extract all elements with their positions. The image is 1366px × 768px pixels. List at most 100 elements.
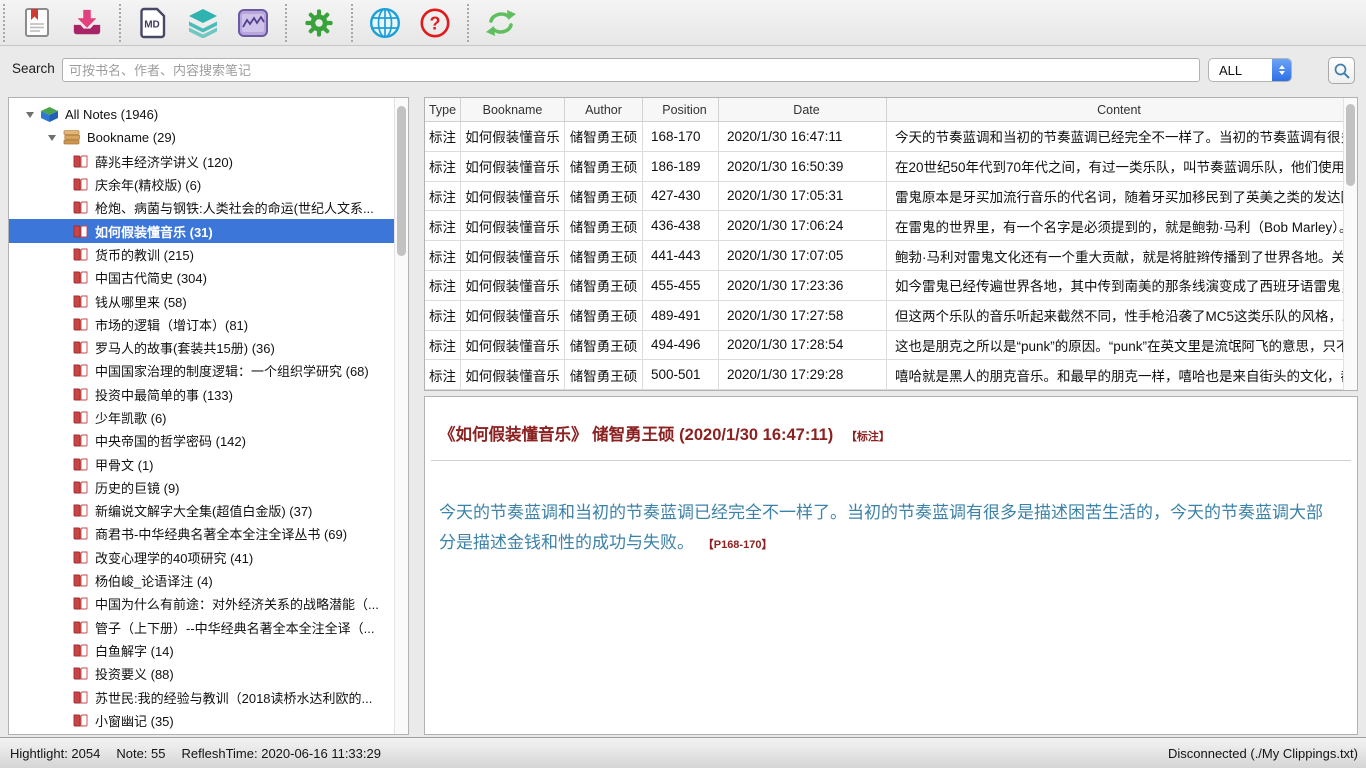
book-icon (73, 388, 88, 401)
column-header-position[interactable]: Position (643, 98, 719, 121)
settings-button[interactable] (294, 2, 344, 44)
cell-author: 储智勇王硕 (565, 122, 643, 151)
detail-divider (431, 460, 1351, 461)
tree-item-book[interactable]: 管子（上下册）--中华经典名著全本全注全译（... (9, 616, 408, 639)
table-scrollbar[interactable] (1343, 98, 1357, 390)
book-label: 历史的巨镜 (9) (95, 478, 180, 497)
tree-item-book[interactable]: 白鱼解字 (14) (9, 639, 408, 662)
tree-item-book[interactable]: 货币的教训 (215) (9, 243, 408, 266)
cell-content: 但这两个乐队的音乐听起来截然不同，性手枪沿袭了MC5这类乐队的风格，冲撞... (887, 301, 1343, 330)
cell-author: 储智勇王硕 (565, 241, 643, 270)
book-label: 投资中最简单的事 (133) (95, 385, 233, 404)
search-button[interactable] (1328, 57, 1355, 84)
table-scrollbar-thumb[interactable] (1346, 104, 1355, 186)
toolbar-group-export: MD (124, 0, 282, 45)
column-header-author[interactable]: Author (565, 98, 643, 121)
tree-item-book[interactable]: 如何假装懂音乐 (31) (9, 219, 408, 242)
search-scope-dropdown[interactable]: ALL (1208, 58, 1292, 82)
import-clippings-button[interactable] (62, 2, 112, 44)
column-header-type[interactable]: Type (425, 98, 461, 121)
search-input[interactable] (62, 58, 1200, 82)
tree-item-book[interactable]: 历史的巨镜 (9) (9, 476, 408, 499)
note-table-row[interactable]: 标注 如何假装懂音乐 储智勇王硕 500-501 2020/1/30 17:29… (425, 360, 1343, 390)
tree-item-book[interactable]: 中国古代简史 (304) (9, 266, 408, 289)
tree-item-book[interactable]: 从零开始学写作：个人增值的有效方法 (6) (9, 732, 408, 735)
book-label: 罗马人的故事(套装共15册) (36) (95, 338, 275, 357)
book-icon (73, 504, 88, 517)
tree-item-book[interactable]: 少年凯歌 (6) (9, 406, 408, 429)
tree-item-book[interactable]: 改变心理学的40项研究 (41) (9, 546, 408, 569)
cell-date: 2020/1/30 17:23:36 (719, 271, 887, 300)
help-button[interactable]: ? (410, 2, 460, 44)
book-icon (73, 318, 88, 331)
status-highlight-count: Hightlight: 2054 (10, 746, 100, 761)
note-table-row[interactable]: 标注 如何假装懂音乐 储智勇王硕 494-496 2020/1/30 17:28… (425, 331, 1343, 361)
tree-item-book[interactable]: 庆余年(精校版) (6) (9, 173, 408, 196)
sidebar-scrollbar[interactable] (394, 98, 408, 734)
note-table-row[interactable]: 标注 如何假装懂音乐 储智勇王硕 436-438 2020/1/30 17:06… (425, 211, 1343, 241)
book-label: 中国为什么有前途：对外经济关系的战略潜能（... (95, 594, 379, 613)
book-icon (73, 527, 88, 540)
tree-item-book[interactable]: 投资要义 (88) (9, 662, 408, 685)
note-table-row[interactable]: 标注 如何假装懂音乐 储智勇王硕 455-455 2020/1/30 17:23… (425, 271, 1343, 301)
note-position-tag: 【P168-170】 (703, 539, 773, 551)
tree-item-book[interactable]: 商君书-中华经典名著全本全注全译丛书 (69) (9, 522, 408, 545)
tree-item-bookname[interactable]: Bookname (29) (9, 126, 408, 149)
markdown-export-button[interactable]: MD (128, 2, 178, 44)
tree-item-book[interactable]: 中国国家治理的制度逻辑：一个组织学研究 (68) (9, 359, 408, 382)
cell-bookname: 如何假装懂音乐 (461, 301, 565, 330)
web-globe-button[interactable] (360, 2, 410, 44)
tree-item-book[interactable]: 新编说文解字大全集(超值白金版) (37) (9, 499, 408, 522)
cell-bookname: 如何假装懂音乐 (461, 122, 565, 151)
toolbar-separator (3, 4, 5, 42)
layers-button[interactable] (178, 2, 228, 44)
tree-item-book[interactable]: 枪炮、病菌与钢铁:人类社会的命运(世纪人文系... (9, 196, 408, 219)
tree-item-book[interactable]: 钱从哪里来 (58) (9, 289, 408, 312)
book-label: 中央帝国的哲学密码 (142) (95, 431, 246, 450)
cell-position: 494-496 (643, 331, 719, 360)
note-table-row[interactable]: 标注 如何假装懂音乐 储智勇王硕 427-430 2020/1/30 17:05… (425, 182, 1343, 212)
tree-item-all-notes[interactable]: All Notes (1946) (9, 103, 408, 126)
tree-item-book[interactable]: 苏世民:我的经验与教训（2018读桥水达利欧的... (9, 685, 408, 708)
tree-item-book[interactable]: 中央帝国的哲学密码 (142) (9, 429, 408, 452)
book-icon (73, 225, 88, 238)
notes-table-panel: Type Bookname Author Position Date Conte… (424, 97, 1358, 391)
tree-item-book[interactable]: 投资中最简单的事 (133) (9, 383, 408, 406)
cell-position: 427-430 (643, 182, 719, 211)
book-icon (73, 481, 88, 494)
toolbar-group-sync (472, 0, 530, 45)
sidebar-scrollbar-thumb[interactable] (397, 106, 406, 256)
sync-refresh-icon (484, 7, 518, 39)
tree-item-book[interactable]: 中国为什么有前途：对外经济关系的战略潜能（... (9, 592, 408, 615)
tree-item-book[interactable]: 小窗幽记 (35) (9, 709, 408, 732)
tree-item-book[interactable]: 甲骨文 (1) (9, 452, 408, 475)
tree-item-book[interactable]: 罗马人的故事(套装共15册) (36) (9, 336, 408, 359)
cell-content: 嘻哈就是黑人的朋克音乐。和最早的朋克一样，嘻哈也是来自街头的文化，都是一... (887, 360, 1343, 389)
notes-document-button[interactable] (12, 2, 62, 44)
cell-type: 标注 (425, 182, 461, 211)
column-header-content[interactable]: Content (887, 98, 1343, 121)
cell-author: 储智勇王硕 (565, 301, 643, 330)
disclosure-triangle-icon[interactable] (48, 135, 56, 141)
cell-date: 2020/1/30 16:47:11 (719, 122, 887, 151)
statistics-button[interactable] (228, 2, 278, 44)
note-table-row[interactable]: 标注 如何假装懂音乐 储智勇王硕 168-170 2020/1/30 16:47… (425, 122, 1343, 152)
column-header-date[interactable]: Date (719, 98, 887, 121)
cell-author: 储智勇王硕 (565, 152, 643, 181)
note-table-row[interactable]: 标注 如何假装懂音乐 储智勇王硕 489-491 2020/1/30 17:27… (425, 301, 1343, 331)
book-label: 改变心理学的40项研究 (41) (95, 548, 253, 567)
notes-document-icon (22, 7, 52, 39)
tree-item-book[interactable]: 薛兆丰经济学讲义 (120) (9, 150, 408, 173)
note-table-row[interactable]: 标注 如何假装懂音乐 储智勇王硕 441-443 2020/1/30 17:07… (425, 241, 1343, 271)
column-header-bookname[interactable]: Bookname (461, 98, 565, 121)
sync-refresh-button[interactable] (476, 2, 526, 44)
all-notes-icon (41, 107, 58, 122)
note-table-row[interactable]: 标注 如何假装懂音乐 储智勇王硕 186-189 2020/1/30 16:50… (425, 152, 1343, 182)
tree-item-book[interactable]: 杨伯峻_论语译注 (4) (9, 569, 408, 592)
disclosure-triangle-icon[interactable] (26, 112, 34, 118)
cell-type: 标注 (425, 271, 461, 300)
tree-item-book[interactable]: 市场的逻辑（增订本）(81) (9, 313, 408, 336)
book-icon (73, 341, 88, 354)
statistics-icon (237, 8, 269, 38)
cell-type: 标注 (425, 152, 461, 181)
